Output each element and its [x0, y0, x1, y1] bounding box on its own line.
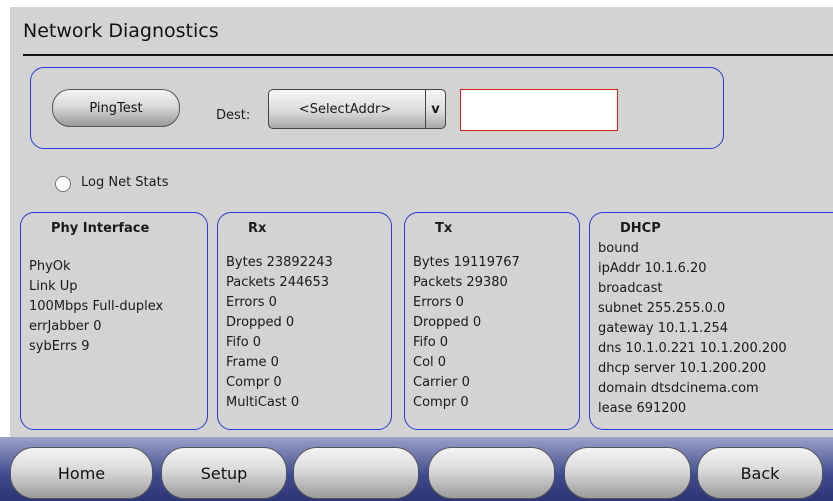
- back-button[interactable]: Back: [697, 447, 823, 499]
- dhcp-stat-line: lease 691200: [598, 401, 687, 416]
- dest-address-input[interactable]: [460, 89, 618, 131]
- dest-address-select-value: <SelectAddr>: [298, 101, 392, 117]
- tx-stat-line: Compr 0: [413, 395, 469, 410]
- phy-interface-panel: Phy Interface PhyOk Link Up 100Mbps Full…: [20, 212, 208, 430]
- tx-stat-line: Fifo 0: [413, 335, 449, 350]
- rx-stat-line: Bytes 23892243: [226, 255, 333, 270]
- rx-stat-line: Errors 0: [226, 295, 277, 310]
- phy-stat-line: errJabber 0: [29, 319, 102, 334]
- dhcp-stat-line: gateway 10.1.1.254: [598, 321, 729, 336]
- tx-stat-line: Errors 0: [413, 295, 464, 310]
- phy-stat-line: PhyOk: [29, 259, 71, 274]
- dhcp-stat-line: bound: [598, 241, 639, 256]
- rx-stat-line: Dropped 0: [226, 315, 295, 330]
- setup-button[interactable]: Setup: [161, 447, 287, 499]
- rx-title: Rx: [248, 221, 267, 236]
- rx-stat-line: Frame 0: [226, 355, 279, 370]
- dest-label: Dest:: [216, 108, 251, 123]
- phy-stat-line: Link Up: [29, 279, 78, 294]
- rx-stat-line: Fifo 0: [226, 335, 262, 350]
- dhcp-stat-line: dhcp server 10.1.200.200: [598, 361, 767, 376]
- phy-stat-line: 100Mbps Full-duplex: [29, 299, 164, 314]
- home-button[interactable]: Home: [10, 447, 153, 499]
- log-net-stats-label: Log Net Stats: [81, 175, 169, 190]
- dest-address-select[interactable]: <SelectAddr> v: [268, 89, 446, 129]
- nav-button-3[interactable]: [293, 447, 419, 499]
- dhcp-stat-line: ipAddr 10.1.6.20: [598, 261, 707, 276]
- rx-panel: Rx Bytes 23892243 Packets 244653 Errors …: [217, 212, 392, 430]
- tx-title: Tx: [435, 221, 453, 236]
- title-divider: [23, 54, 833, 56]
- page-title: Network Diagnostics: [23, 20, 219, 42]
- tx-stat-line: Bytes 19119767: [413, 255, 520, 270]
- tx-stat-line: Packets 29380: [413, 275, 508, 290]
- rx-stat-line: Packets 244653: [226, 275, 330, 290]
- phy-interface-title: Phy Interface: [51, 221, 150, 236]
- tx-stat-line: Dropped 0: [413, 315, 482, 330]
- dhcp-stat-line: broadcast: [598, 281, 663, 296]
- dhcp-panel: DHCP bound ipAddr 10.1.6.20 broadcast su…: [589, 212, 833, 430]
- dhcp-title: DHCP: [620, 221, 661, 236]
- tx-stat-line: Carrier 0: [413, 375, 470, 390]
- nav-button-5[interactable]: [564, 447, 691, 499]
- phy-stat-line: sybErrs 9: [29, 339, 90, 354]
- rx-stat-line: MultiCast 0: [226, 395, 300, 410]
- rx-stat-line: Compr 0: [226, 375, 282, 390]
- dhcp-stat-line: dns 10.1.0.221 10.1.200.200: [598, 341, 787, 356]
- tx-panel: Tx Bytes 19119767 Packets 29380 Errors 0…: [404, 212, 580, 430]
- nav-button-4[interactable]: [428, 447, 555, 499]
- log-net-stats-radio[interactable]: [55, 176, 71, 192]
- dhcp-stat-line: subnet 255.255.0.0: [598, 301, 726, 316]
- ping-test-button[interactable]: PingTest: [52, 89, 180, 127]
- dhcp-stat-line: domain dtsdcinema.com: [598, 381, 759, 396]
- chevron-down-icon[interactable]: v: [425, 90, 445, 128]
- tx-stat-line: Col 0: [413, 355, 447, 370]
